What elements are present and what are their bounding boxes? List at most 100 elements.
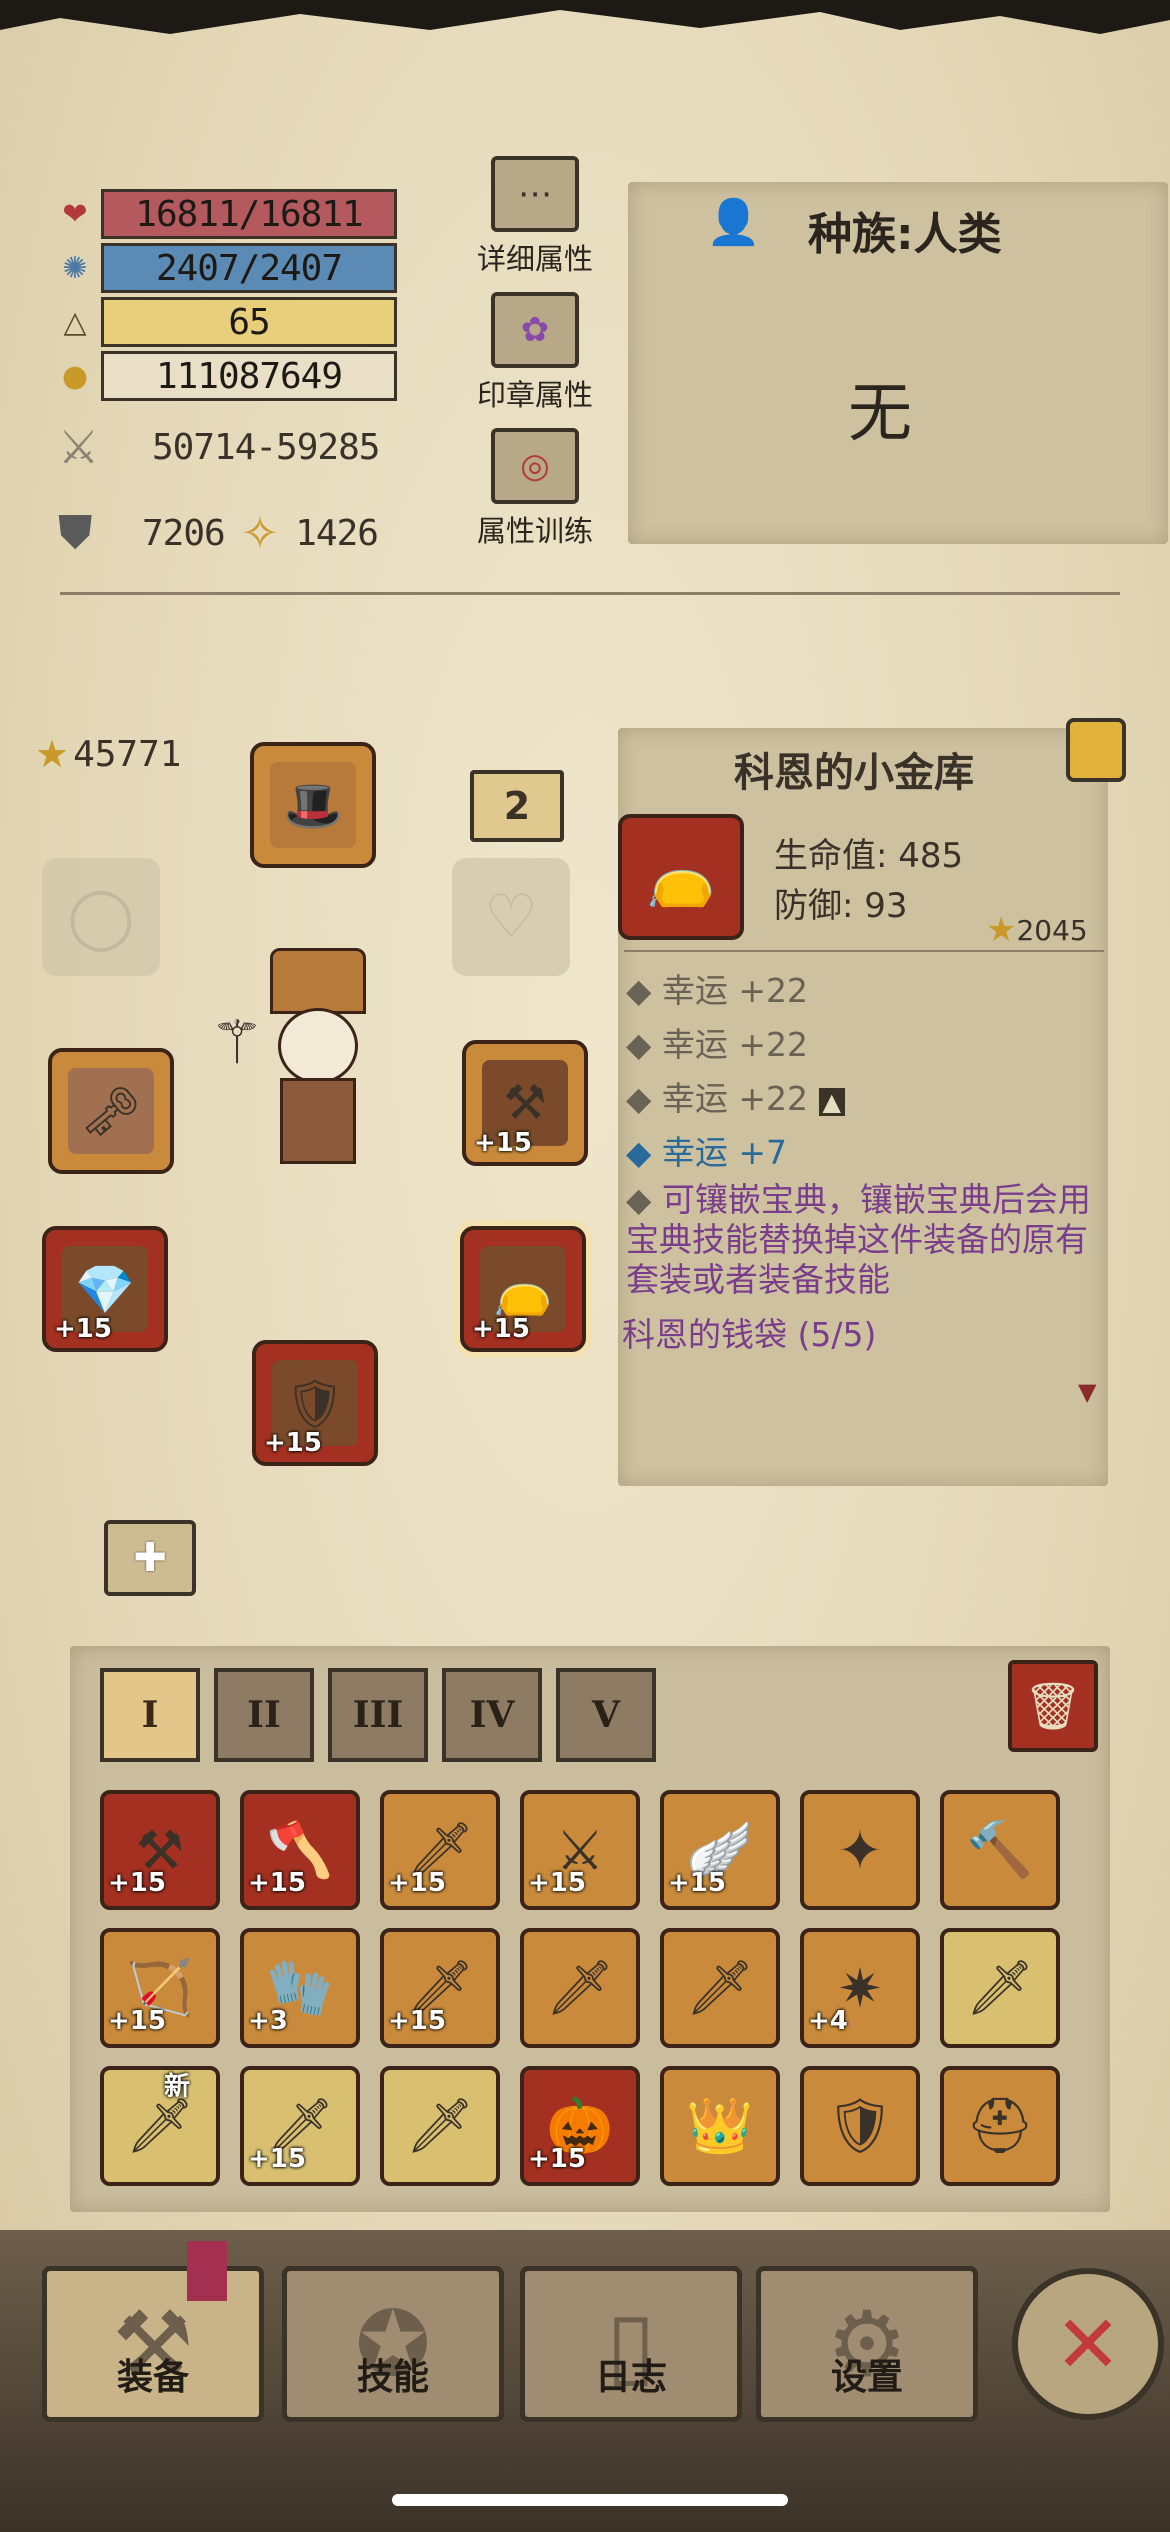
luck-value: 1426 — [295, 512, 379, 554]
seal-attributes-button[interactable]: ✿ 印章属性 — [465, 292, 605, 412]
gold-value: 111087649 — [101, 351, 397, 401]
right-weapon-slot[interactable]: ⚒ +15 — [462, 1040, 588, 1166]
inventory-item[interactable]: ⚔ +15 — [520, 1790, 640, 1910]
flower-icon: ✿ — [491, 292, 579, 368]
plus-label: +15 — [264, 1428, 322, 1458]
race-title: 种族:人类 — [808, 209, 1002, 260]
inventory-item[interactable]: 🗡 — [520, 1928, 640, 2048]
amulet-slot-empty[interactable]: ♡ — [452, 858, 570, 976]
person-icon: 👤 — [706, 197, 761, 248]
image-icon[interactable]: ▲ — [818, 1088, 845, 1116]
inventory-item[interactable]: 🪓 +15 — [240, 1790, 360, 1910]
inventory-item[interactable]: ⛑ — [940, 2066, 1060, 2186]
detail-attributes-button[interactable]: ⋯ 详细属性 — [465, 156, 605, 276]
star-icon: ★ — [986, 910, 1017, 950]
plus-label: +15 — [528, 1868, 586, 1898]
bag-tab-5[interactable]: V — [556, 1668, 656, 1762]
inventory-item[interactable]: 🗡 +15 — [380, 1928, 500, 2048]
triangle-icon: △ — [63, 304, 87, 340]
nav-log[interactable]: ▯ 日志 — [520, 2266, 742, 2422]
plus-label: +15 — [472, 1314, 530, 1344]
luck-line-4-text: 幸运 +7 — [661, 1133, 788, 1172]
inventory-item[interactable]: 🗡 — [380, 2066, 500, 2186]
item-icon: 👑 — [660, 2066, 780, 2186]
plus-label: +15 — [388, 1868, 446, 1898]
attack-row: ⚔ 50714-59285 — [58, 420, 380, 474]
inventory-item[interactable]: ✷ +4 — [800, 1928, 920, 2048]
inventory-item[interactable]: 🔨 — [940, 1790, 1060, 1910]
detail-attributes-label: 详细属性 — [476, 242, 593, 276]
inventory-item[interactable]: ⚒ +15 — [100, 1790, 220, 1910]
inventory-item[interactable]: 🗡 +15 — [380, 1790, 500, 1910]
inventory-item[interactable]: 🧤 +3 — [240, 1928, 360, 2048]
plus-label: +15 — [248, 2144, 306, 2174]
luck-line-3-text: 幸运 +22 — [661, 1079, 809, 1118]
trash-icon[interactable]: 🗑 — [1008, 1660, 1098, 1752]
item-icon: 👝 — [618, 814, 744, 940]
plus-label: +15 — [248, 1868, 306, 1898]
inventory-item[interactable]: 🗡 — [660, 1928, 780, 2048]
bag-tab-3[interactable]: III — [328, 1668, 428, 1762]
nav-log-label: 日志 — [594, 2357, 667, 2398]
left-bottom-slot[interactable]: 💎 +15 — [42, 1226, 168, 1352]
divider — [60, 592, 1120, 595]
inventory-item[interactable]: 🎃 +15 — [520, 2066, 640, 2186]
item-icon: 🗡 — [940, 1928, 1060, 2048]
attribute-training-button[interactable]: ◎ 属性训练 — [465, 428, 605, 548]
nav-equip-label: 装备 — [116, 2357, 189, 2398]
inventory-item[interactable]: 🛡 — [800, 2066, 920, 2186]
item-icon: ✦ — [800, 1790, 920, 1910]
ring-slot-empty[interactable]: ◯ — [42, 858, 160, 976]
item-name: 科恩的小金库 — [734, 750, 974, 796]
plus-label: +3 — [248, 2006, 288, 2036]
nav-settings[interactable]: ⚙ 设置 — [756, 2266, 978, 2422]
nav-skill[interactable]: ✪ 技能 — [282, 2266, 504, 2422]
luck-line-3: ◆ 幸运 +22 ▲ — [626, 1072, 845, 1120]
attribute-training-label: 属性训练 — [476, 514, 593, 548]
hp-value: 16811/16811 — [101, 189, 397, 239]
add-slot-button[interactable]: ✚ — [104, 1520, 196, 1596]
luck-line-2: ◆ 幸运 +22 — [626, 1025, 809, 1064]
amulet-icon: ♡ — [484, 882, 538, 952]
inventory-item[interactable]: 🏹 +15 — [100, 1928, 220, 2048]
scroll-down-icon[interactable]: ▼ — [1078, 1378, 1096, 1406]
close-icon: ✕ — [1054, 2297, 1122, 2391]
plus-label: +15 — [528, 2144, 586, 2174]
nav-skill-label: 技能 — [356, 2357, 429, 2398]
seal-attributes-label: 印章属性 — [476, 378, 593, 412]
luck-icon: ✧ — [240, 506, 280, 560]
inventory-item[interactable]: 🗡 — [940, 1928, 1060, 2048]
dots-icon: ⋯ — [491, 156, 579, 232]
inventory-item[interactable]: 🪽 +15 — [660, 1790, 780, 1910]
hero-hat — [270, 948, 366, 1014]
gold-nugget-icon: ● — [61, 358, 89, 394]
item-icon: 🗡 — [100, 2066, 220, 2186]
plus-label: +15 — [474, 1128, 532, 1158]
inventory-item[interactable]: 👑 — [660, 2066, 780, 2186]
nav-equip[interactable]: ⚒ 装备 — [42, 2241, 264, 2422]
hero-character: ⚚ — [210, 948, 400, 1208]
armor-slot[interactable]: 🛡 +15 — [252, 1340, 378, 1466]
lock-icon[interactable] — [1066, 718, 1126, 782]
plus-label: +4 — [808, 2006, 848, 2036]
left-weapon-slot[interactable]: 🗝 — [48, 1048, 174, 1174]
item-score: ★ 2045 — [986, 910, 1088, 950]
bag-tab-1[interactable]: I — [100, 1668, 200, 1762]
item-detail-panel: 科恩的小金库 👝 生命值: 485 防御: 93 ★ 2045 ◆ 幸运 +22 … — [618, 728, 1108, 1486]
bag-tab-4[interactable]: IV — [442, 1668, 542, 1762]
plus-label: +15 — [388, 2006, 446, 2036]
inventory-item[interactable]: 🗡 +15 — [240, 2066, 360, 2186]
bag-tab-2[interactable]: II — [214, 1668, 314, 1762]
plus-label: +15 — [108, 1868, 166, 1898]
home-indicator — [392, 2494, 788, 2506]
close-button[interactable]: ✕ — [1012, 2268, 1164, 2420]
item-icon: 🗡 — [380, 2066, 500, 2186]
inventory-item[interactable]: 🗡 新 — [100, 2066, 220, 2186]
shield-icon: ⛊ — [58, 505, 93, 559]
inventory-item[interactable]: ✦ — [800, 1790, 920, 1910]
bag-slot-selected[interactable]: 👝 +15 — [460, 1226, 586, 1352]
level-badge[interactable]: 2 — [470, 770, 564, 842]
head-slot[interactable]: 🎩 — [250, 742, 376, 868]
plus-label: +15 — [108, 2006, 166, 2036]
mana-row: ✺ 2407/2407 — [55, 243, 397, 293]
